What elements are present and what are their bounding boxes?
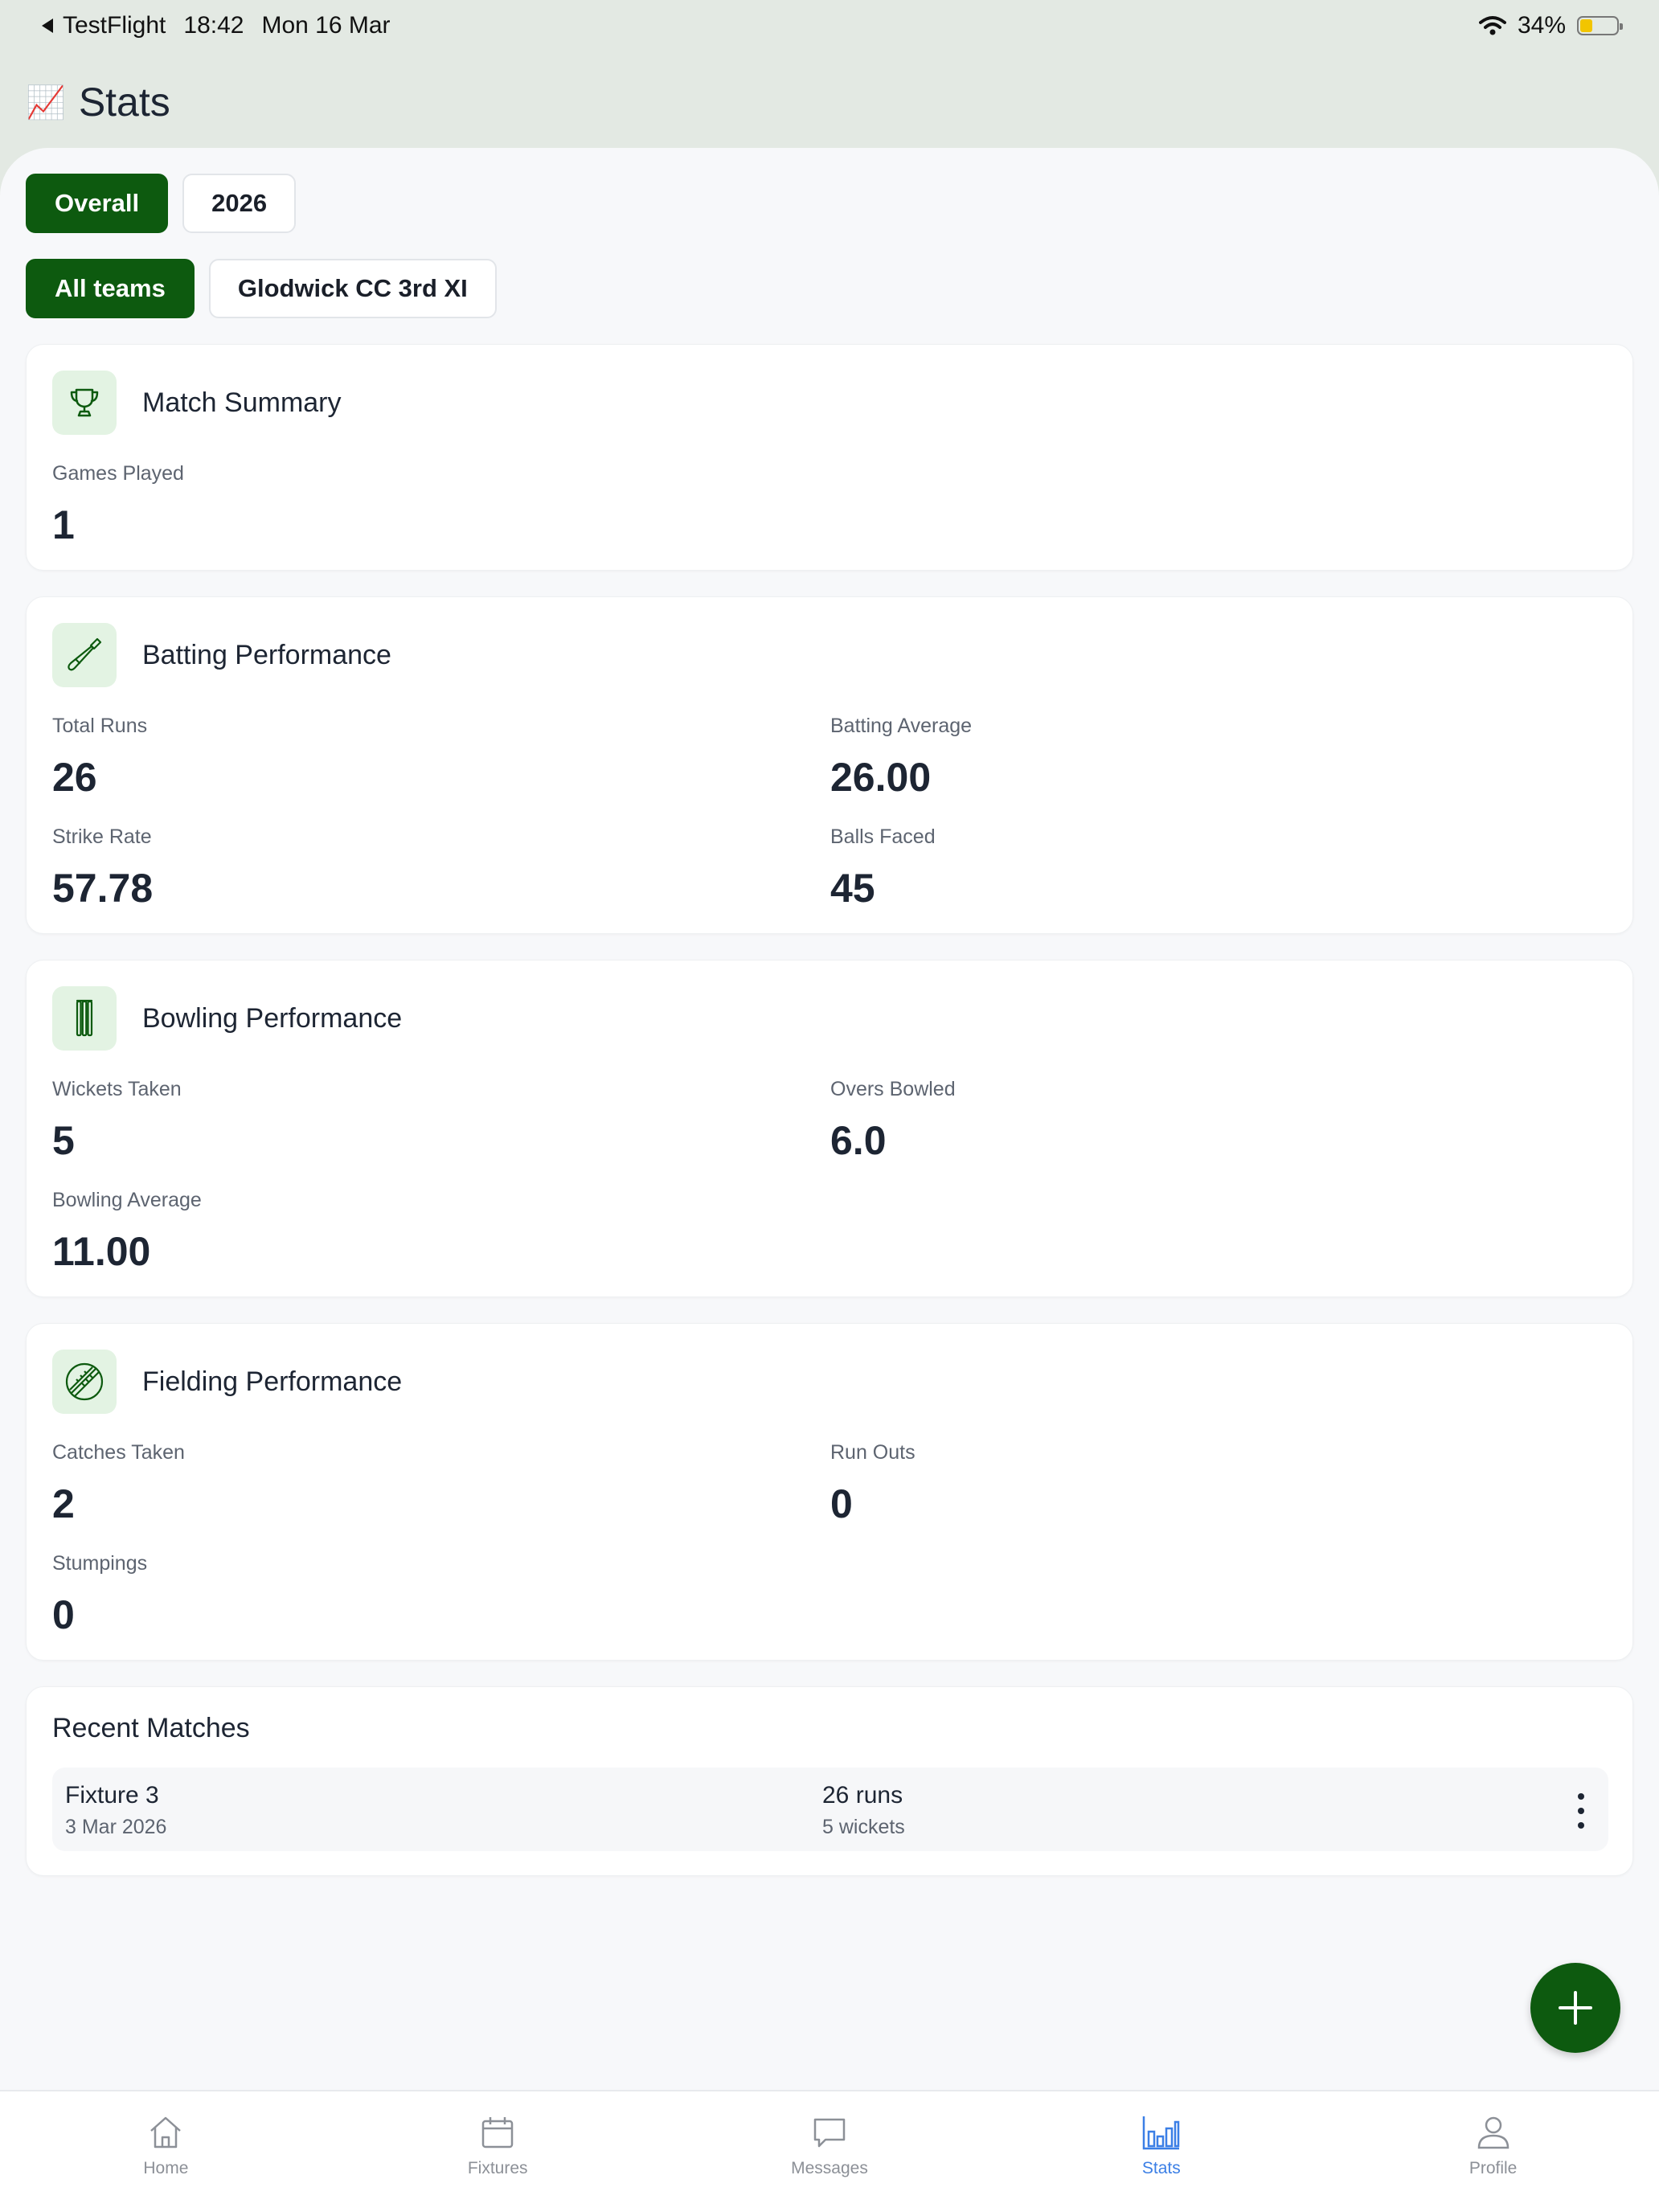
total-runs-stat: Total Runs 26 bbox=[52, 715, 147, 801]
wickets-taken-stat: Wickets Taken 5 bbox=[52, 1078, 182, 1164]
run-outs-label: Run Outs bbox=[830, 1441, 916, 1464]
batting-average-value: 26.00 bbox=[830, 755, 932, 800]
status-date: Mon 16 Mar bbox=[261, 12, 391, 39]
overs-bowled-value: 6.0 bbox=[830, 1118, 887, 1163]
overs-bowled-label: Overs Bowled bbox=[830, 1078, 956, 1100]
back-to-app-link[interactable]: TestFlight bbox=[40, 12, 166, 39]
fielding-title: Fielding Performance bbox=[142, 1366, 403, 1397]
page-title: Stats bbox=[78, 80, 170, 125]
catches-taken-value: 2 bbox=[52, 1481, 75, 1526]
recent-matches-title: Recent Matches bbox=[52, 1713, 250, 1743]
run-outs-value: 0 bbox=[830, 1481, 853, 1526]
tab-home[interactable]: Home bbox=[0, 2091, 332, 2212]
team-filter: All teams Glodwick CC 3rd XI bbox=[26, 259, 497, 318]
run-outs-stat: Run Outs 0 bbox=[830, 1441, 916, 1527]
match-runs: 26 runs bbox=[822, 1782, 903, 1809]
games-played-value: 1 bbox=[52, 502, 75, 547]
tab-messages[interactable]: Messages bbox=[664, 2091, 996, 2212]
match-date: 3 Mar 2026 bbox=[65, 1816, 167, 1838]
person-icon bbox=[1477, 2116, 1509, 2149]
back-triangle-icon bbox=[42, 18, 53, 33]
batting-average-stat: Batting Average 26.00 bbox=[830, 715, 972, 801]
bowling-average-label: Bowling Average bbox=[52, 1189, 202, 1211]
trophy-icon bbox=[52, 371, 117, 435]
batting-title: Batting Performance bbox=[142, 639, 391, 670]
match-summary-title: Match Summary bbox=[142, 387, 342, 418]
wifi-icon bbox=[1478, 16, 1506, 35]
filter-2026[interactable]: 2026 bbox=[182, 174, 297, 233]
more-options-icon[interactable] bbox=[1573, 1793, 1589, 1829]
calendar-icon bbox=[481, 2117, 514, 2149]
tab-stats[interactable]: Stats bbox=[995, 2091, 1327, 2212]
battery-fill bbox=[1580, 19, 1592, 32]
batting-average-label: Batting Average bbox=[830, 715, 973, 737]
overs-bowled-stat: Overs Bowled 6.0 bbox=[830, 1078, 956, 1164]
cricket-ball-icon bbox=[52, 1350, 117, 1414]
battery-icon bbox=[1577, 16, 1623, 35]
filter-overall[interactable]: Overall bbox=[26, 174, 169, 233]
tab-home-label: Home bbox=[143, 2159, 189, 2177]
stumpings-value: 0 bbox=[52, 1592, 75, 1637]
back-app-label: TestFlight bbox=[63, 12, 166, 39]
home-icon bbox=[150, 2116, 182, 2149]
games-played-label: Games Played bbox=[52, 462, 184, 485]
tab-fixtures-label: Fixtures bbox=[467, 2159, 528, 2177]
wickets-taken-label: Wickets Taken bbox=[52, 1078, 182, 1100]
wicket-stumps-icon bbox=[52, 986, 117, 1051]
battery-percent: 34% bbox=[1517, 12, 1566, 39]
recent-matches-card: Recent Matches Fixture 3 3 Mar 2026 26 r… bbox=[26, 1686, 1633, 1876]
tab-bar: Home Fixtures Messages Stats Profile bbox=[0, 2090, 1659, 2212]
strike-rate-label: Strike Rate bbox=[52, 825, 152, 848]
bar-chart-icon bbox=[1142, 2116, 1180, 2150]
period-filter: Overall 2026 bbox=[26, 174, 297, 233]
tab-stats-label: Stats bbox=[1141, 2159, 1181, 2177]
strike-rate-value: 57.78 bbox=[52, 866, 154, 911]
stumpings-label: Stumpings bbox=[52, 1552, 148, 1575]
plus-icon bbox=[1559, 1991, 1592, 2025]
filter-all-teams[interactable]: All teams bbox=[26, 259, 195, 318]
match-summary-card: Match Summary Games Played 1 bbox=[26, 344, 1633, 571]
catches-taken-label: Catches Taken bbox=[52, 1441, 185, 1464]
balls-faced-value: 45 bbox=[830, 866, 875, 911]
stumpings-stat: Stumpings 0 bbox=[52, 1552, 147, 1638]
tab-profile-label: Profile bbox=[1469, 2159, 1518, 2177]
wickets-taken-value: 5 bbox=[52, 1118, 75, 1163]
bowling-average-stat: Bowling Average 11.00 bbox=[52, 1189, 202, 1275]
page-header: 📈 Stats bbox=[26, 74, 170, 130]
message-icon bbox=[813, 2118, 846, 2148]
tab-profile[interactable]: Profile bbox=[1327, 2091, 1659, 2212]
batting-card: Batting Performance Total Runs 26 Battin… bbox=[26, 596, 1633, 934]
bowling-card: Bowling Performance Wickets Taken 5 Over… bbox=[26, 960, 1633, 1297]
catches-taken-stat: Catches Taken 2 bbox=[52, 1441, 185, 1527]
status-time: 18:42 bbox=[183, 12, 244, 39]
bowling-average-value: 11.00 bbox=[52, 1229, 151, 1274]
total-runs-value: 26 bbox=[52, 755, 97, 800]
stats-sheet: Overall 2026 All teams Glodwick CC 3rd X… bbox=[0, 148, 1659, 2090]
add-button[interactable] bbox=[1530, 1963, 1620, 2053]
bowling-title: Bowling Performance bbox=[142, 1002, 403, 1034]
status-bar: TestFlight 18:42 Mon 16 Mar 34% bbox=[0, 0, 1659, 51]
total-runs-label: Total Runs bbox=[52, 715, 148, 737]
cricket-bat-icon bbox=[52, 623, 117, 687]
match-wickets: 5 wickets bbox=[822, 1816, 905, 1838]
balls-faced-stat: Balls Faced 45 bbox=[830, 825, 936, 911]
chart-emoji-icon: 📈 bbox=[26, 84, 66, 121]
match-name: Fixture 3 bbox=[65, 1782, 159, 1809]
tab-fixtures[interactable]: Fixtures bbox=[332, 2091, 664, 2212]
games-played-stat: Games Played 1 bbox=[52, 462, 184, 548]
strike-rate-stat: Strike Rate 57.78 bbox=[52, 825, 153, 911]
fielding-card: Fielding Performance Catches Taken 2 Run… bbox=[26, 1323, 1633, 1661]
tab-messages-label: Messages bbox=[791, 2159, 868, 2177]
filter-glodwick-3rd-xi[interactable]: Glodwick CC 3rd XI bbox=[208, 259, 497, 318]
match-row[interactable]: Fixture 3 3 Mar 2026 26 runs 5 wickets bbox=[52, 1768, 1608, 1851]
balls-faced-label: Balls Faced bbox=[830, 825, 936, 848]
